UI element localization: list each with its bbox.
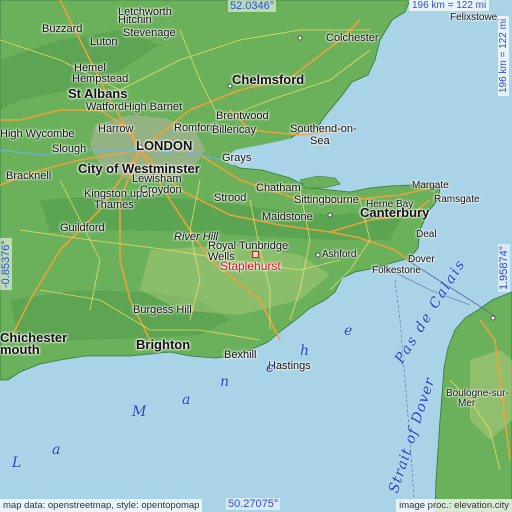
coord-bottom: 50.27075° <box>226 498 281 510</box>
sea-e: e <box>344 323 353 339</box>
town-hastings: Hastings <box>268 360 311 372</box>
town-brighton: Brighton <box>136 337 191 352</box>
town-strood: Strood <box>214 192 247 204</box>
sea-c: c <box>266 360 274 376</box>
town-southend-sea: Sea <box>310 135 330 147</box>
town-bexhill: Bexhill <box>224 349 257 361</box>
town-buzzard: Buzzard <box>42 23 83 35</box>
town-maidstone: Maidstone <box>262 211 313 223</box>
scale-vertical: 196 km = 122 mi <box>498 15 509 96</box>
town-hitchin: Hitchin <box>118 14 152 26</box>
credit-map-data: map data: openstreetmap, style: opentopo… <box>0 499 203 512</box>
town-sittingbourne: Sittingbourne <box>294 194 359 206</box>
sea-h: h <box>300 343 310 359</box>
topographic-map[interactable]: Letchworth Hitchin Buzzard Luton Stevena… <box>0 0 512 512</box>
town-luton: Luton <box>90 36 118 48</box>
town-st-albans: St Albans <box>68 86 128 101</box>
town-billericay: Billericay <box>212 124 257 136</box>
town-burgess-hill: Burgess Hill <box>133 304 192 316</box>
town-canterbury: Canterbury <box>360 205 430 220</box>
town-london: LONDON <box>136 138 193 153</box>
town-margate: Margate <box>412 180 449 191</box>
scale-horizontal: 196 km = 122 mi <box>409 0 490 11</box>
sea-a2: a <box>182 392 191 408</box>
town-stevenage: Stevenage <box>123 27 176 39</box>
town-mouth: mouth <box>0 342 40 357</box>
town-bracknell: Bracknell <box>6 170 52 182</box>
town-slough: Slough <box>52 143 87 155</box>
town-brentwood: Brentwood <box>216 110 269 122</box>
town-watford: Watford <box>86 101 125 113</box>
town-colchester: Colchester <box>326 32 379 44</box>
town-kingston-2: Thames <box>94 199 134 211</box>
town-deal: Deal <box>416 229 437 240</box>
coord-left: -0.85376° <box>0 238 12 290</box>
town-chelmsford: Chelmsford <box>232 72 305 87</box>
town-mer: Mer <box>458 398 476 409</box>
sea-m: M <box>132 404 147 420</box>
town-folkestone: Folkestone <box>372 265 421 276</box>
credit-image-proc: image proc.: elevation.city <box>396 499 512 512</box>
sea-n: n <box>220 374 230 390</box>
town-chatham: Chatham <box>256 182 301 194</box>
sea-a: a <box>52 442 61 458</box>
town-ashford: Ashford <box>322 249 357 260</box>
town-grays: Grays <box>222 152 252 164</box>
location-marker <box>252 251 259 258</box>
town-staplehurst: Staplehurst <box>220 259 281 273</box>
town-high-barnet: High Barnet <box>124 101 183 113</box>
town-guildford: Guildford <box>60 222 105 234</box>
town-croydon: Croydon <box>140 184 182 196</box>
sea-la: L <box>12 455 22 471</box>
town-romford: Romford <box>174 122 217 134</box>
town-southend-on: Southend-on- <box>290 123 357 135</box>
town-boulogne: Boulogne-sur- <box>446 388 509 399</box>
town-felixstowe: Felixstowe <box>450 12 498 23</box>
town-harrow: Harrow <box>98 123 134 135</box>
town-hempstead: Hempstead <box>72 73 129 85</box>
coord-top: 52.0346° <box>228 0 277 12</box>
town-high-wycombe: High Wycombe <box>0 128 75 140</box>
coord-right: 1.95874° <box>498 243 510 292</box>
town-ramsgate: Ramsgate <box>434 194 480 205</box>
